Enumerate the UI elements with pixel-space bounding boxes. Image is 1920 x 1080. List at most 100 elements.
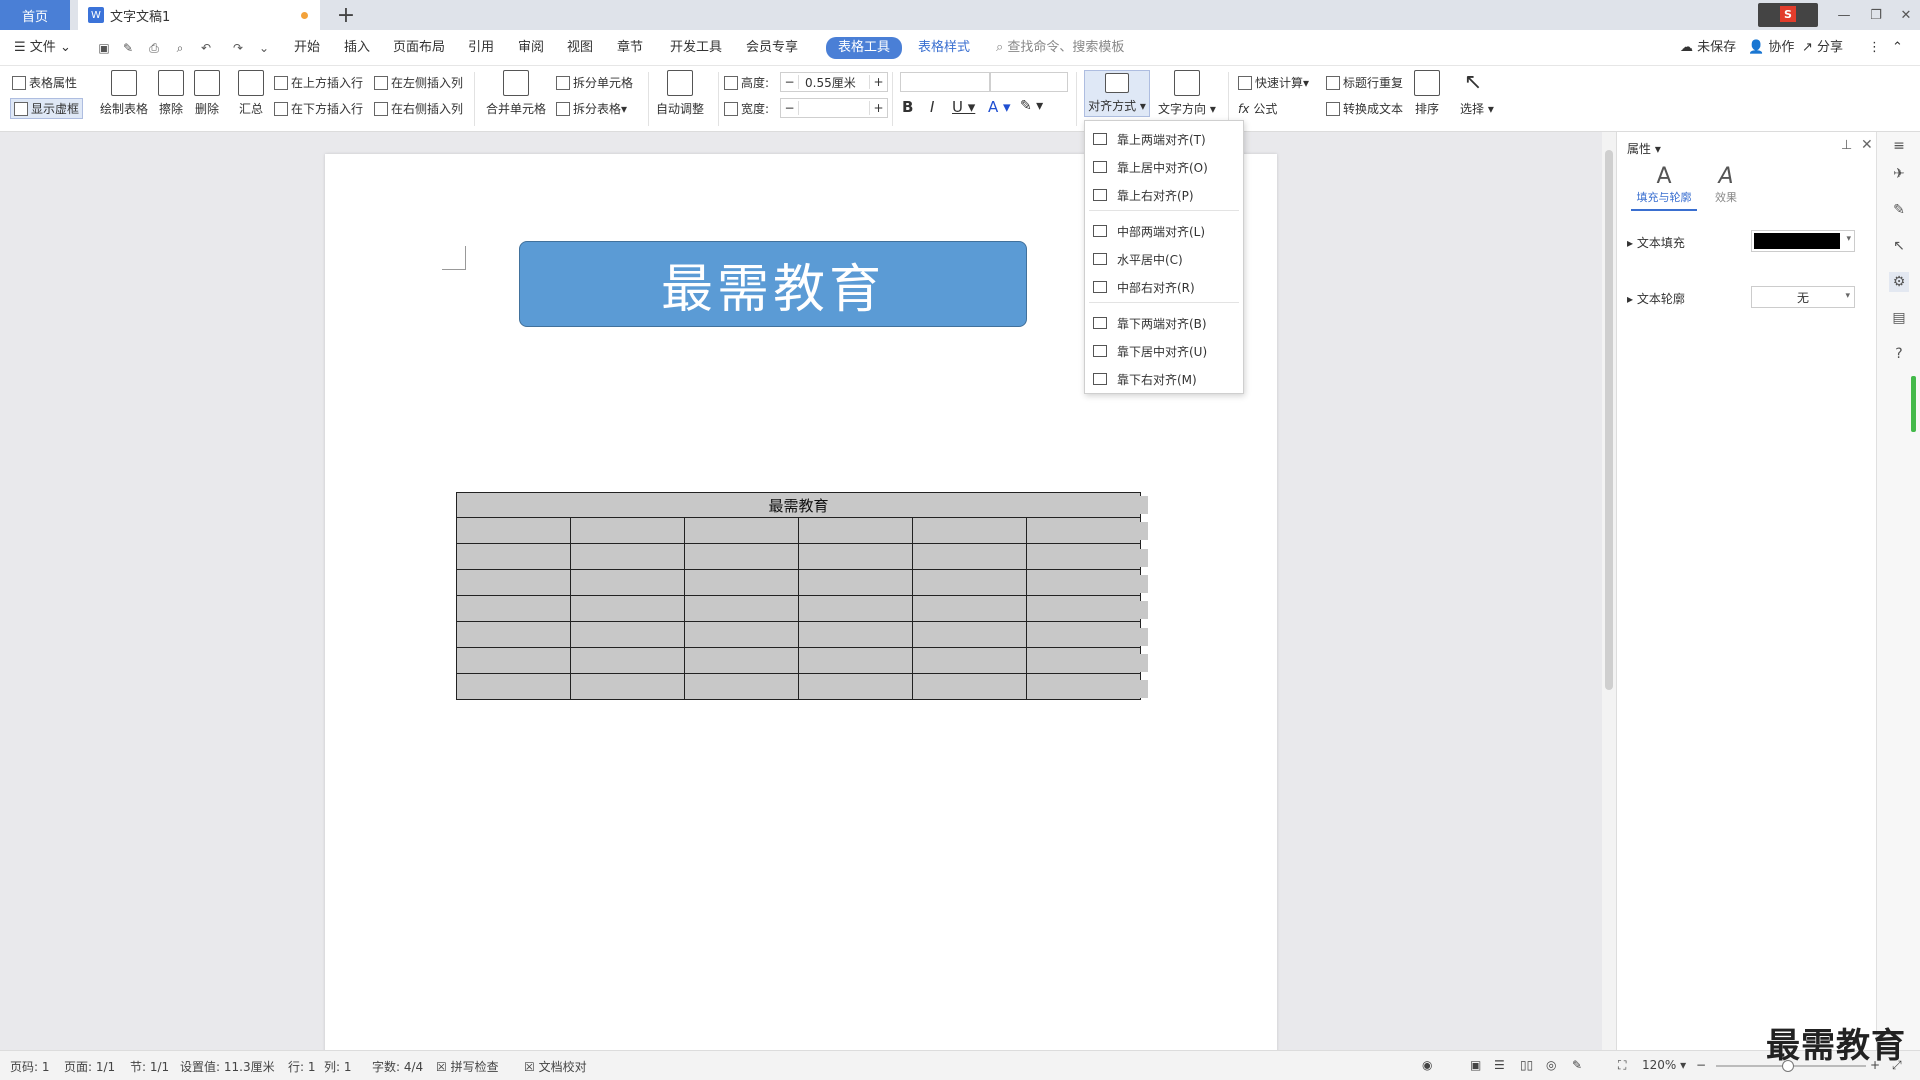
formula-button[interactable]: fx 公式 bbox=[1238, 100, 1277, 117]
height-value[interactable]: 0.55厘米 bbox=[799, 74, 869, 91]
table-cell[interactable] bbox=[570, 543, 685, 570]
web-view-icon[interactable]: ◎ bbox=[1546, 1058, 1556, 1072]
fit-page-icon[interactable]: ⛶ bbox=[1618, 1058, 1626, 1073]
save-icon[interactable]: ▣ bbox=[96, 40, 112, 56]
file-menu[interactable]: ☰ 文件 ⌄ bbox=[14, 38, 71, 58]
table-cell[interactable] bbox=[570, 595, 685, 622]
outline-view-icon[interactable]: ☰ bbox=[1494, 1058, 1505, 1072]
table-cell[interactable] bbox=[798, 647, 913, 674]
align-menu-item[interactable]: 靠下居中对齐(U) bbox=[1085, 339, 1243, 363]
table-cell[interactable] bbox=[798, 595, 913, 622]
align-menu-item[interactable]: 靠下两端对齐(B) bbox=[1085, 311, 1243, 335]
table-cell[interactable] bbox=[684, 673, 799, 700]
rocket-icon[interactable]: ✈ bbox=[1889, 164, 1909, 184]
share-button[interactable]: ↗ 分享 bbox=[1802, 38, 1843, 58]
underline-button[interactable]: U ▾ bbox=[952, 98, 975, 116]
table-cell[interactable] bbox=[456, 647, 571, 674]
text-fill-section[interactable]: ▸ 文本填充 bbox=[1627, 234, 1685, 251]
print-icon[interactable]: ⎙ bbox=[146, 40, 162, 56]
table-cell[interactable] bbox=[912, 543, 1027, 570]
table-cell[interactable] bbox=[456, 595, 571, 622]
insert-above-button[interactable]: 在上方插入行 bbox=[274, 74, 363, 91]
table-cell[interactable] bbox=[798, 543, 913, 570]
bold-button[interactable]: B bbox=[902, 98, 913, 116]
table-cell[interactable] bbox=[1026, 517, 1141, 544]
page-view-icon[interactable]: ▣ bbox=[1470, 1058, 1481, 1072]
tab-table-tools[interactable]: 表格工具 bbox=[826, 37, 903, 59]
table-cell[interactable] bbox=[456, 569, 571, 596]
table-header-cell[interactable]: 最需教育 bbox=[456, 492, 1141, 518]
font-size-select[interactable] bbox=[990, 72, 1068, 92]
tab-review[interactable]: 审阅 bbox=[518, 38, 544, 58]
archive-icon[interactable]: ▤ bbox=[1889, 308, 1909, 328]
summary-button[interactable]: 汇总 bbox=[238, 70, 264, 117]
delete-button[interactable]: 删除 bbox=[194, 70, 220, 117]
scrollbar-thumb[interactable] bbox=[1605, 150, 1613, 690]
table-cell[interactable] bbox=[912, 673, 1027, 700]
table-cell[interactable] bbox=[456, 543, 571, 570]
table-cell[interactable] bbox=[1026, 543, 1141, 570]
status-word-count[interactable]: 字数: 4/4 bbox=[372, 1058, 423, 1075]
insert-right-button[interactable]: 在右侧插入列 bbox=[374, 100, 463, 117]
text-outline-section[interactable]: ▸ 文本轮廓 bbox=[1627, 290, 1685, 307]
table-cell[interactable] bbox=[570, 621, 685, 648]
spell-check-button[interactable]: ☒ 拼写检查 bbox=[436, 1058, 499, 1075]
quick-calc-button[interactable]: 快速计算 ▾ bbox=[1238, 74, 1309, 91]
split-table-button[interactable]: 拆分表格 ▾ bbox=[556, 100, 627, 117]
redo-icon[interactable]: ↷ bbox=[230, 40, 246, 56]
help-icon[interactable]: ? bbox=[1889, 344, 1909, 364]
new-tab-button[interactable]: + bbox=[334, 3, 358, 28]
pin-icon[interactable]: ⊥ bbox=[1841, 138, 1852, 153]
align-menu-item[interactable]: 中部右对齐(R) bbox=[1085, 275, 1243, 299]
tab-developer[interactable]: 开发工具 bbox=[670, 38, 722, 58]
table-cell[interactable] bbox=[684, 621, 799, 648]
table-cell[interactable] bbox=[912, 517, 1027, 544]
table-cell[interactable] bbox=[570, 517, 685, 544]
table-cell[interactable] bbox=[798, 569, 913, 596]
close-window-button[interactable]: ✕ bbox=[1894, 4, 1918, 26]
customize-toolbar-icon[interactable]: ⌄ bbox=[256, 40, 272, 56]
table-cell[interactable] bbox=[1026, 595, 1141, 622]
restore-button[interactable]: ❐ bbox=[1864, 4, 1888, 26]
close-panel-icon[interactable]: ✕ bbox=[1861, 137, 1873, 153]
document-table[interactable]: 最需教育 bbox=[456, 492, 1141, 700]
write-mode-icon[interactable]: ✎ bbox=[1572, 1058, 1582, 1072]
table-cell[interactable] bbox=[684, 595, 799, 622]
align-menu-item[interactable]: 靠下右对齐(M) bbox=[1085, 367, 1243, 391]
width-increase-button[interactable]: + bbox=[869, 101, 887, 115]
insert-left-button[interactable]: 在左侧插入列 bbox=[374, 74, 463, 91]
collapse-ribbon-icon[interactable]: ⌃ bbox=[1892, 38, 1903, 58]
table-cell[interactable] bbox=[684, 647, 799, 674]
tab-member[interactable]: 会员专享 bbox=[746, 38, 798, 58]
height-stepper[interactable]: − 0.55厘米 + bbox=[780, 72, 888, 92]
tab-document[interactable]: W 文字文稿1 bbox=[78, 0, 320, 30]
table-props-button[interactable]: 表格属性 bbox=[12, 74, 77, 91]
table-cell[interactable] bbox=[1026, 569, 1141, 596]
tab-home[interactable]: 首页 bbox=[0, 0, 70, 30]
text-fill-color-select[interactable]: ▾ bbox=[1751, 230, 1855, 252]
undo-icon[interactable]: ↶ bbox=[198, 40, 214, 56]
erase-button[interactable]: 擦除 bbox=[158, 70, 184, 117]
tab-page-layout[interactable]: 页面布局 bbox=[393, 38, 445, 58]
print-preview-icon[interactable]: ⌕ bbox=[172, 40, 188, 56]
reading-view-icon[interactable]: ▯▯ bbox=[1520, 1058, 1533, 1072]
table-cell[interactable] bbox=[912, 569, 1027, 596]
italic-button[interactable]: I bbox=[930, 98, 934, 116]
align-menu-item[interactable]: 靠上两端对齐(T) bbox=[1085, 127, 1243, 151]
height-increase-button[interactable]: + bbox=[869, 75, 887, 89]
text-outline-select[interactable]: 无 ▾ bbox=[1751, 286, 1855, 308]
table-cell[interactable] bbox=[456, 621, 571, 648]
tab-effect[interactable]: A 效果 bbox=[1701, 164, 1751, 205]
tab-chapter[interactable]: 章节 bbox=[617, 38, 643, 58]
minimize-button[interactable]: — bbox=[1832, 4, 1856, 26]
select-button[interactable]: ↖ 选择 ▾ bbox=[1460, 70, 1494, 117]
collab-button[interactable]: 👤 协作 bbox=[1748, 38, 1794, 58]
collapse-sidebar-icon[interactable]: ≡ bbox=[1889, 136, 1909, 156]
width-decrease-button[interactable]: − bbox=[781, 101, 799, 115]
sort-button[interactable]: 排序 bbox=[1414, 70, 1440, 117]
table-cell[interactable] bbox=[912, 595, 1027, 622]
align-menu-item[interactable]: 靠上右对齐(P) bbox=[1085, 183, 1243, 207]
table-cell[interactable] bbox=[570, 569, 685, 596]
settings-sliders-icon[interactable]: ⚙ bbox=[1889, 272, 1909, 292]
split-cells-button[interactable]: 拆分单元格 bbox=[556, 74, 633, 91]
